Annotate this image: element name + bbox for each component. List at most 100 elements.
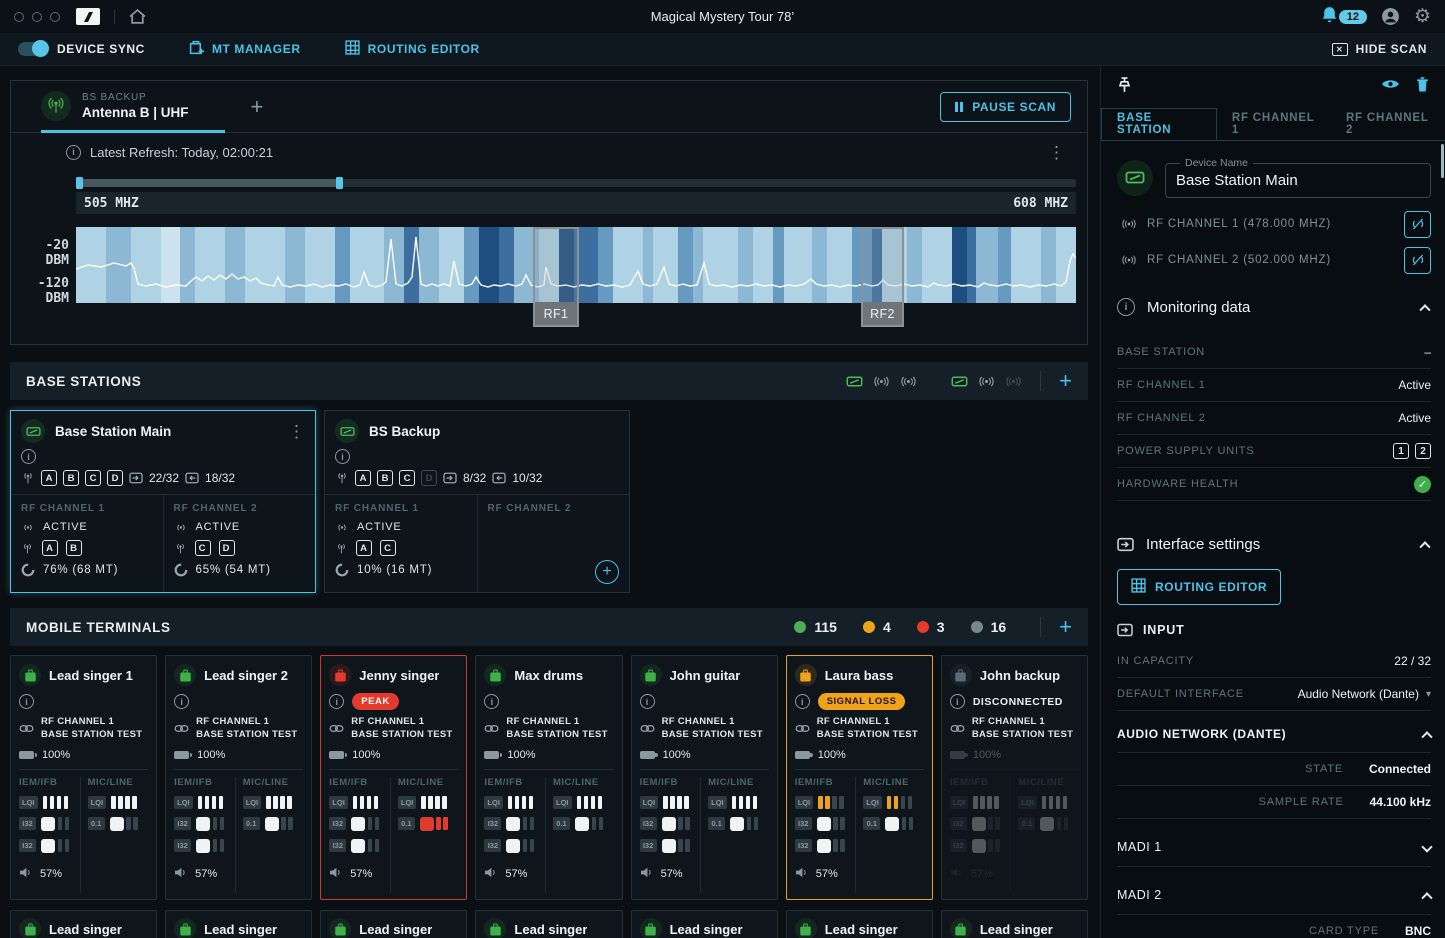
mobile-terminal-card-partial[interactable]: Lead singer [320,910,467,938]
frequency-range-slider[interactable] [76,177,1076,189]
scan-tab-active[interactable]: BS BACKUP Antenna B | UHF [41,82,225,133]
info-icon[interactable]: i [21,449,36,464]
madi-2-header[interactable]: MADI 2 [1117,875,1431,915]
info-icon[interactable]: i [335,449,350,464]
scan-menu-kebab-icon[interactable]: ⋮ [1048,144,1065,161]
info-icon[interactable]: i [484,694,499,709]
mobile-terminal-card-partial[interactable]: Lead singer [10,910,157,938]
routing-editor-button[interactable]: ROUTING EDITOR [1117,569,1281,605]
bodypack-icon [640,664,662,686]
device-sync-toggle[interactable] [18,42,48,56]
interface-settings-header[interactable]: Interface settings [1101,523,1445,565]
mobile-terminal-card[interactable]: Jenny singer i PEAK RF CHANNEL 1 BASE ST… [320,655,467,900]
mobile-terminal-card-partial[interactable]: Lead singer [631,910,778,938]
detail-sidebar: BASE STATION RF CHANNEL 1 RF CHANNEL 2 D… [1100,66,1445,938]
base-stations-title: BASE STATIONS [26,374,141,389]
close-box-icon: ✕ [1332,43,1348,56]
hide-scan-button[interactable]: ✕ HIDE SCAN [1332,42,1427,56]
audio-network-header[interactable]: AUDIO NETWORK (DANTE) [1117,715,1431,753]
notifications-button[interactable]: 12 [1322,6,1367,28]
iem-column-label: IEM/IFB [19,777,80,788]
madi-1-header[interactable]: MADI 1 [1117,827,1431,867]
window-controls[interactable] [14,12,60,22]
rf-frequency-marker[interactable]: RF2 [861,227,904,327]
mt-manager-button[interactable]: MT MANAGER [189,40,301,58]
trash-icon[interactable] [1416,77,1429,97]
mobile-terminal-card-partial[interactable]: Lead singer [475,910,622,938]
add-base-station-button[interactable]: + [1059,370,1072,392]
freq-slider-handle-end[interactable] [336,177,343,189]
mobile-terminal-card-partial[interactable]: Lead singer [786,910,933,938]
volume-value: 57% [40,868,62,880]
mobile-terminal-card[interactable]: John backup i DISCONNECTED RF CHANNEL 1 … [941,655,1088,900]
terminal-meters: IEM/IFB LQI I32 I32 57% [950,769,1079,893]
info-icon[interactable]: i [19,694,34,709]
window-control-icon[interactable] [14,12,24,22]
terminal-name: Lead singer 1 [49,668,133,683]
tab-base-station[interactable]: BASE STATION [1101,108,1217,140]
monitoring-data-header[interactable]: i Monitoring data [1101,286,1445,328]
terminal-bs-link: BASE STATION TEST [662,729,763,742]
add-mobile-terminal-button[interactable]: + [1059,616,1072,638]
iem-level-meter: I32 [484,817,545,831]
speaker-icon [19,865,32,883]
lqi-meter: LQI [708,796,769,809]
rf-signal-icon [1121,255,1137,265]
mute-rf-2-button[interactable] [1404,247,1431,274]
lqi-meter: LQI [795,796,856,809]
base-station-icon [846,375,863,388]
mic-level-meter: 0.1 [553,817,614,831]
collapse-dash: – [1424,345,1431,359]
base-station-name: BS Backup [369,424,440,439]
sidebar-scrollbar[interactable] [1441,144,1444,178]
add-scan-tab-button[interactable]: + [251,94,264,120]
device-name-field[interactable]: Device Name Base Station Main [1165,157,1431,198]
info-icon[interactable]: i [174,694,189,709]
scan-panel: BS BACKUP Antenna B | UHF + PAUSE SCAN i… [10,80,1088,345]
pause-scan-button[interactable]: PAUSE SCAN [940,92,1071,122]
bodypack-icon [329,664,351,686]
info-icon[interactable]: i [329,694,344,709]
mobile-terminal-card[interactable]: John guitar i RF CHANNEL 1 BASE STATION … [631,655,778,900]
info-icon[interactable]: i [950,694,965,709]
mute-rf-1-button[interactable] [1404,211,1431,238]
channel-load: 76% (68 MT) [43,564,118,576]
terminal-bs-link: BASE STATION TEST [196,729,297,742]
rf-frequency-marker[interactable]: RF1 [533,227,579,327]
antenna-icon [21,542,34,555]
info-icon[interactable]: i [795,694,810,709]
input-icon [129,472,143,484]
add-rf-channel-button[interactable]: + [595,560,619,584]
iem-level-meter: I32 [640,839,701,853]
tab-rf-channel-2[interactable]: RF CHANNEL 2 [1331,108,1445,140]
window-control-icon[interactable] [32,12,42,22]
home-icon[interactable] [129,9,146,24]
mobile-terminal-card[interactable]: Laura bass i SIGNAL LOSS RF CHANNEL 1 BA… [786,655,933,900]
mobile-terminal-card-partial[interactable]: Lead singer [941,910,1088,938]
eye-icon[interactable] [1381,77,1400,97]
mobile-terminal-card-partial[interactable]: Lead singer [165,910,312,938]
iem-level-meter: I32 [640,817,701,831]
bodypack-icon [19,918,41,938]
in-capacity-row: IN CAPACITY22 / 32 [1117,645,1431,678]
pin-icon[interactable] [1117,77,1132,98]
base-station-card[interactable]: BS Backup i A B C D 8/32 10/32 [324,410,630,593]
chevron-up-icon [1419,541,1430,552]
mobile-terminal-card[interactable]: Lead singer 1 i RF CHANNEL 1 BASE STATIO… [10,655,157,900]
lqi-meter: LQI [1018,796,1079,809]
device-name-input[interactable]: Base Station Main [1176,172,1420,189]
slider-handle-start[interactable] [76,177,83,189]
window-control-icon[interactable] [50,12,60,22]
mobile-terminal-card[interactable]: Lead singer 2 i RF CHANNEL 1 BASE STATIO… [165,655,312,900]
base-station-card[interactable]: Base Station Main ⋮ i A B C D 22/32 18/3… [10,410,316,593]
default-interface-row[interactable]: DEFAULT INTERFACEAudio Network (Dante)▾ [1117,678,1431,711]
bodypack-icon [19,664,41,686]
routing-editor-button[interactable]: ROUTING EDITOR [345,40,480,58]
iem-level-meter: I32 [950,839,1011,853]
card-menu-kebab-icon[interactable]: ⋮ [288,423,305,440]
settings-gear-icon[interactable]: ⚙ [1414,7,1431,26]
user-avatar-icon[interactable] [1381,7,1400,26]
info-icon[interactable]: i [640,694,655,709]
tab-rf-channel-1[interactable]: RF CHANNEL 1 [1217,108,1331,140]
mobile-terminal-card[interactable]: Max drums i RF CHANNEL 1 BASE STATION TE… [475,655,622,900]
